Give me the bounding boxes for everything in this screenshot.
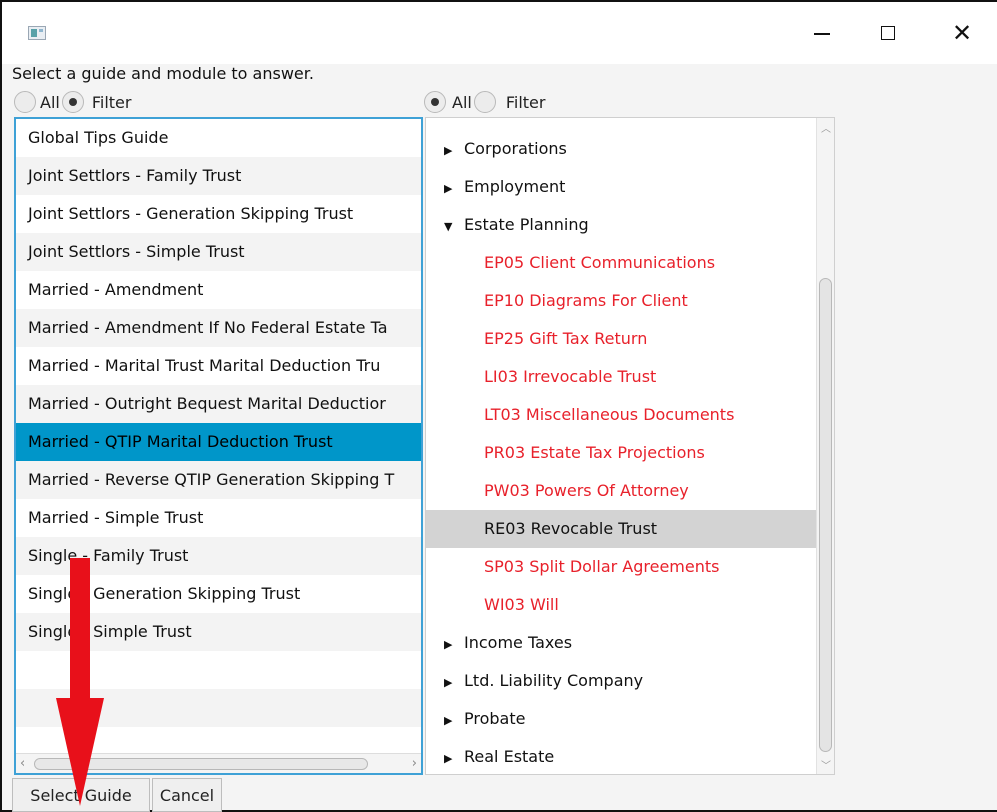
guide-all-label: All (40, 92, 60, 112)
tree-item-label: PR03 Estate Tax Projections (484, 443, 705, 462)
cancel-button[interactable]: Cancel (152, 778, 222, 812)
collapse-triangle-icon[interactable]: ▼ (444, 208, 464, 246)
guide-filter-label: Filter (91, 92, 132, 112)
vertical-scroll-thumb[interactable] (819, 278, 832, 752)
tree-module[interactable]: RE03 Revocable Trust (426, 510, 834, 548)
guide-list-item[interactable]: Joint Settlors - Family Trust (16, 157, 421, 195)
tree-item-label: Employment (464, 177, 566, 196)
horizontal-scrollbar[interactable]: ‹ › (16, 753, 421, 773)
tree-module[interactable]: EP25 Gift Tax Return (426, 320, 834, 358)
tree-item-label: EP25 Gift Tax Return (484, 329, 648, 348)
guide-list-item[interactable]: Married - QTIP Marital Deduction Trust (16, 423, 421, 461)
expand-triangle-icon[interactable]: ▶ (444, 702, 464, 740)
guide-list-item[interactable]: Joint Settlors - Simple Trust (16, 233, 421, 271)
maximize-button[interactable] (868, 16, 908, 50)
scroll-down-icon[interactable]: ﹀ (821, 757, 831, 772)
tree-module[interactable]: EP05 Client Communications (426, 244, 834, 282)
guide-list[interactable]: Global Tips Guide Joint Settlors - Family… (14, 117, 423, 775)
guide-list-item[interactable]: Single - Family Trust (16, 537, 421, 575)
tree-item-label: WI03 Will (484, 595, 559, 614)
expand-triangle-icon[interactable]: ▶ (444, 626, 464, 664)
tree-module[interactable]: WI03 Will (426, 586, 834, 624)
tree-item-label: LT03 Miscellaneous Documents (484, 405, 735, 424)
expand-triangle-icon[interactable]: ▶ (444, 170, 464, 208)
app-icon (28, 26, 46, 40)
tree-item-label: SP03 Split Dollar Agreements (484, 557, 720, 576)
tree-category[interactable]: ▶ Ltd. Liability Company (426, 662, 834, 700)
instruction-text: Select a guide and module to answer. (12, 64, 314, 83)
dialog-window: ✕ Select a guide and module to answer. A… (0, 0, 997, 812)
tree-category[interactable]: ▶ Income Taxes (426, 624, 834, 662)
guide-list-item[interactable]: Married - Amendment If No Federal Estate… (16, 309, 421, 347)
tree-item-label: Ltd. Liability Company (464, 671, 644, 690)
tree-item-label: Corporations (464, 139, 567, 158)
title-bar[interactable]: ✕ (2, 2, 997, 64)
tree-item-label: Probate (464, 709, 526, 728)
horizontal-scroll-thumb[interactable] (34, 758, 368, 770)
tree-item-label: EP10 Diagrams For Client (484, 291, 688, 310)
guide-list-item[interactable]: Joint Settlors - Generation Skipping Tru… (16, 195, 421, 233)
tree-module[interactable]: LI03 Irrevocable Trust (426, 358, 834, 396)
maximize-icon (881, 26, 895, 40)
close-icon: ✕ (951, 19, 973, 47)
empty-list-row (16, 689, 421, 727)
scroll-left-icon[interactable]: ‹ (20, 756, 25, 771)
guide-list-item[interactable]: Single - Simple Trust (16, 613, 421, 651)
tree-item-label: LI03 Irrevocable Trust (484, 367, 657, 386)
vertical-scrollbar[interactable]: ︿ ﹀ (816, 118, 834, 774)
scroll-up-icon[interactable]: ︿ (821, 120, 831, 135)
guide-list-item[interactable]: Married - Marital Trust Marital Deductio… (16, 347, 421, 385)
tree-category[interactable]: ▶ Employment (426, 168, 834, 206)
guide-list-item[interactable]: Married - Amendment (16, 271, 421, 309)
tree-category[interactable]: ▶ Real Estate (426, 738, 834, 774)
tree-module[interactable]: PR03 Estate Tax Projections (426, 434, 834, 472)
module-all-label: All (452, 92, 472, 112)
minimize-icon (814, 33, 830, 35)
scroll-right-icon[interactable]: › (412, 756, 417, 771)
module-filter-label: Filter (505, 92, 546, 112)
tree-module[interactable]: PW03 Powers Of Attorney (426, 472, 834, 510)
close-button[interactable]: ✕ (942, 16, 982, 50)
tree-category[interactable]: ▶ Corporations (426, 130, 834, 168)
tree-item-label: Real Estate (464, 747, 555, 766)
tree-module[interactable]: SP03 Split Dollar Agreements (426, 548, 834, 586)
guide-list-item[interactable]: Married - Reverse QTIP Generation Skippi… (16, 461, 421, 499)
empty-list-row (16, 651, 421, 689)
select-guide-button[interactable]: Select Guide (12, 778, 150, 812)
guide-all-radio[interactable] (14, 91, 36, 113)
minimize-button[interactable] (802, 16, 842, 50)
guide-filter-radio[interactable] (61, 91, 84, 113)
expand-triangle-icon[interactable]: ▶ (444, 740, 464, 774)
module-all-radio[interactable] (424, 91, 446, 113)
tree-item-label: Estate Planning (464, 215, 589, 234)
guide-list-item[interactable]: Married - Simple Trust (16, 499, 421, 537)
guide-filter-group: All Filter (14, 90, 131, 114)
tree-category[interactable]: ▶ Probate (426, 700, 834, 738)
tree-category[interactable]: ▼ Estate Planning (426, 206, 834, 244)
tree-module[interactable]: EP10 Diagrams For Client (426, 282, 834, 320)
tree-item-label: RE03 Revocable Trust (484, 519, 658, 538)
guide-list-item[interactable]: Married - Outright Bequest Marital Deduc… (16, 385, 421, 423)
guide-list-item[interactable]: Single - Generation Skipping Trust (16, 575, 421, 613)
tree-item-label: EP05 Client Communications (484, 253, 716, 272)
module-filter-group: All Filter (424, 90, 545, 114)
tree-item-label: Income Taxes (464, 633, 573, 652)
tree-item-label: PW03 Powers Of Attorney (484, 481, 689, 500)
module-tree[interactable]: ▶ Corporations ▶ Employment ▼ Estate Planning… (425, 117, 835, 775)
tree-module[interactable]: LT03 Miscellaneous Documents (426, 396, 834, 434)
guide-list-item[interactable]: Global Tips Guide (16, 119, 421, 157)
module-filter-radio[interactable] (473, 91, 496, 113)
expand-triangle-icon[interactable]: ▶ (444, 664, 464, 702)
expand-triangle-icon[interactable]: ▶ (444, 132, 464, 170)
